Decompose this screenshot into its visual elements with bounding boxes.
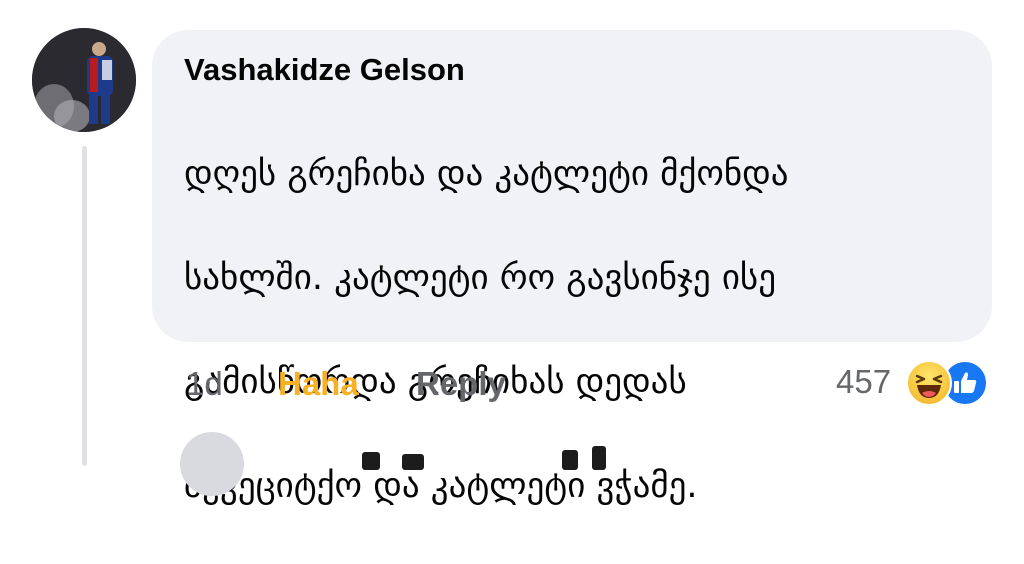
- reaction-count: 457: [836, 363, 892, 400]
- next-comment-avatar[interactable]: [180, 432, 244, 496]
- thread-line: [82, 146, 87, 466]
- comment-text-line: სახლში. კატლეტი რო გავსინჯე ისე: [184, 258, 776, 298]
- comment-text-line: დღეს გრეჩიხა და კატლეტი მქონდა: [184, 154, 789, 194]
- next-comment-partial-text: [362, 446, 606, 470]
- author-avatar[interactable]: [32, 28, 136, 132]
- comment-author-name[interactable]: Vashakidze Gelson: [184, 52, 465, 88]
- haha-emoji-icon: [906, 360, 952, 406]
- comment-timestamp[interactable]: 1d: [186, 364, 223, 404]
- avatar-photo-icon: [32, 28, 136, 132]
- reply-button[interactable]: Reply: [416, 364, 506, 404]
- haha-reaction-button[interactable]: Haha: [278, 364, 359, 404]
- next-comment-preview: [262, 440, 662, 470]
- comment-text: დღეს გრეჩიხა და კატლეტი მქონდა სახლში. კ…: [184, 96, 974, 564]
